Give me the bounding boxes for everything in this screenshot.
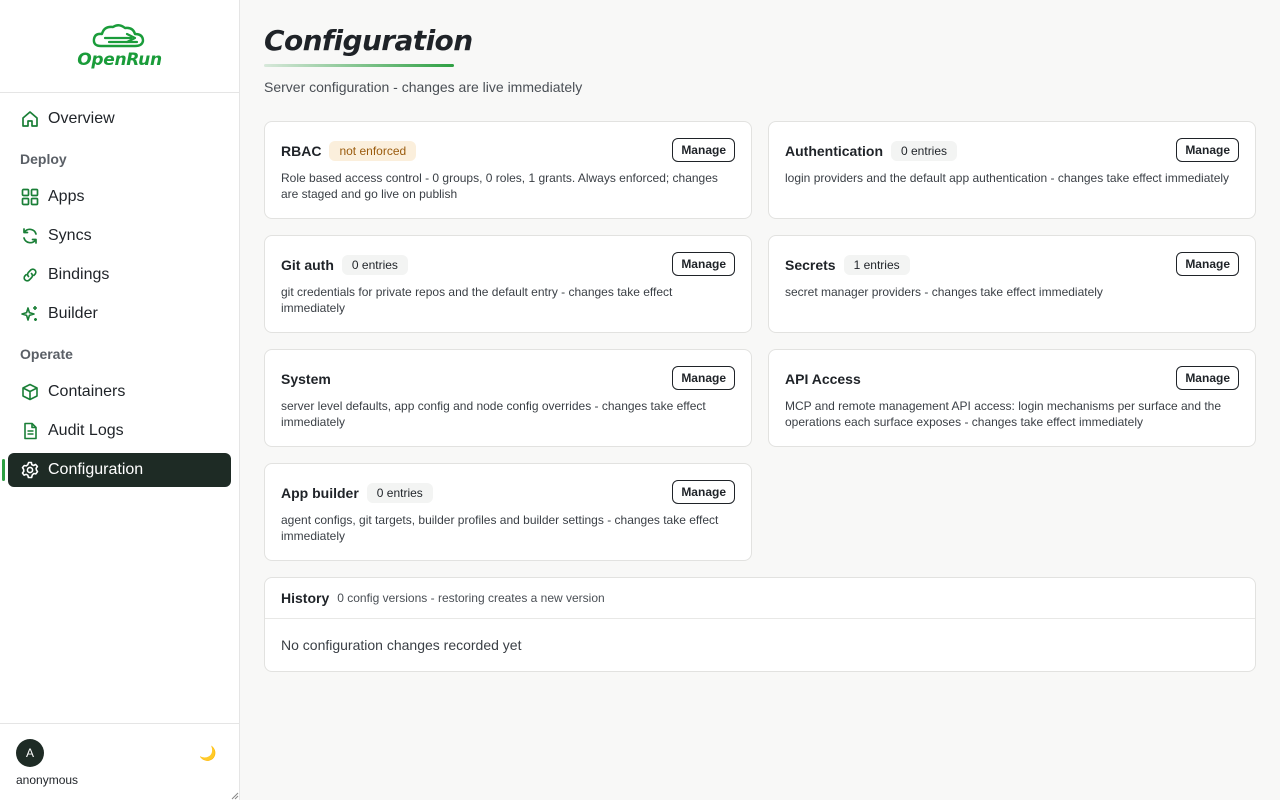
manage-button[interactable]: Manage [672,366,735,390]
logo-text: OpenRun [77,50,162,70]
manage-button[interactable]: Manage [1176,252,1239,276]
link-icon [20,265,40,285]
sidebar-item-configuration[interactable]: Configuration [2,453,231,487]
status-badge: not enforced [329,141,417,161]
card-description: secret manager providers - changes take … [785,285,1103,299]
sidebar-item-apps[interactable]: Apps [8,180,231,214]
sidebar-item-label: Containers [48,383,126,400]
sidebar-nav: Overview Deploy Apps Syncs Bindings Buil… [0,93,239,487]
card-description: MCP and remote management API access: lo… [785,399,1222,429]
resize-grip-icon[interactable] [229,790,239,800]
sidebar-section-deploy: Deploy [20,151,67,167]
card-description: server level defaults, app config and no… [281,399,706,429]
sidebar: OpenRun Overview Deploy Apps Syncs Bindi… [0,0,240,800]
sidebar-section-operate: Operate [20,346,73,362]
config-card-git-auth: Git auth 0 entries Manage git credential… [264,235,752,333]
sidebar-item-label: Builder [48,305,98,322]
manage-button[interactable]: Manage [1176,366,1239,390]
card-description: login providers and the default app auth… [785,171,1230,185]
config-card-app-builder: App builder 0 entries Manage agent confi… [264,463,752,561]
title-underline [264,64,454,67]
document-icon [20,421,40,441]
history-header: History 0 config versions - restoring cr… [265,578,1255,619]
config-card-system: System Manage server level defaults, app… [264,349,752,447]
manage-button[interactable]: Manage [1176,138,1239,162]
card-title: RBAC [281,143,322,159]
card-description: agent configs, git targets, builder prof… [281,513,719,543]
config-card-api-access: API Access Manage MCP and remote managem… [768,349,1256,447]
entries-badge: 0 entries [366,483,433,503]
sparkle-icon [20,304,40,324]
sidebar-item-label: Audit Logs [48,422,124,439]
manage-button[interactable]: Manage [672,138,735,162]
history-meta: 0 config versions - restoring creates a … [337,591,605,605]
page-title: Configuration [264,24,473,57]
box-icon [20,382,40,402]
sidebar-item-label: Overview [48,110,115,127]
sidebar-item-label: Configuration [48,461,144,478]
card-title: App builder [281,485,359,501]
moon-icon[interactable]: 🌙 [199,745,216,762]
config-card-rbac: RBAC not enforced Manage Role based acce… [264,121,752,219]
sidebar-item-containers[interactable]: Containers [8,375,231,409]
history-empty-message: No configuration changes recorded yet [281,637,522,653]
logo[interactable]: OpenRun [0,0,239,93]
card-description: Role based access control - 0 groups, 0 … [281,171,718,201]
card-description: git credentials for private repos and th… [281,285,673,315]
entries-badge: 0 entries [891,141,958,161]
gear-icon [20,460,40,480]
card-title: Authentication [785,143,883,159]
entries-badge: 0 entries [341,255,408,275]
user-area: A anonymous 🌙 [0,723,239,800]
sidebar-item-label: Bindings [48,266,110,283]
page-subtitle: Server configuration - changes are live … [264,79,583,95]
manage-button[interactable]: Manage [672,252,735,276]
sidebar-item-syncs[interactable]: Syncs [8,219,231,253]
config-card-secrets: Secrets 1 entries Manage secret manager … [768,235,1256,333]
home-icon [20,109,40,129]
sidebar-item-bindings[interactable]: Bindings [8,258,231,292]
sidebar-item-label: Apps [48,188,85,205]
entries-badge: 1 entries [843,255,910,275]
username: anonymous [16,773,79,787]
sidebar-item-overview[interactable]: Overview [8,102,231,136]
card-title: Secrets [785,257,836,273]
history-title: History [281,590,330,606]
sidebar-item-builder[interactable]: Builder [8,297,231,331]
grid-icon [20,187,40,207]
card-title: Git auth [281,257,334,273]
manage-button[interactable]: Manage [672,480,735,504]
sidebar-item-label: Syncs [48,227,92,244]
card-title: System [281,371,331,387]
refresh-icon [20,226,40,246]
avatar[interactable]: A [16,739,44,767]
sidebar-item-audit-logs[interactable]: Audit Logs [8,414,231,448]
card-title: API Access [785,371,861,387]
history-panel: History 0 config versions - restoring cr… [264,577,1256,672]
config-card-authentication: Authentication 0 entries Manage login pr… [768,121,1256,219]
cloud-logo-icon [92,24,144,48]
